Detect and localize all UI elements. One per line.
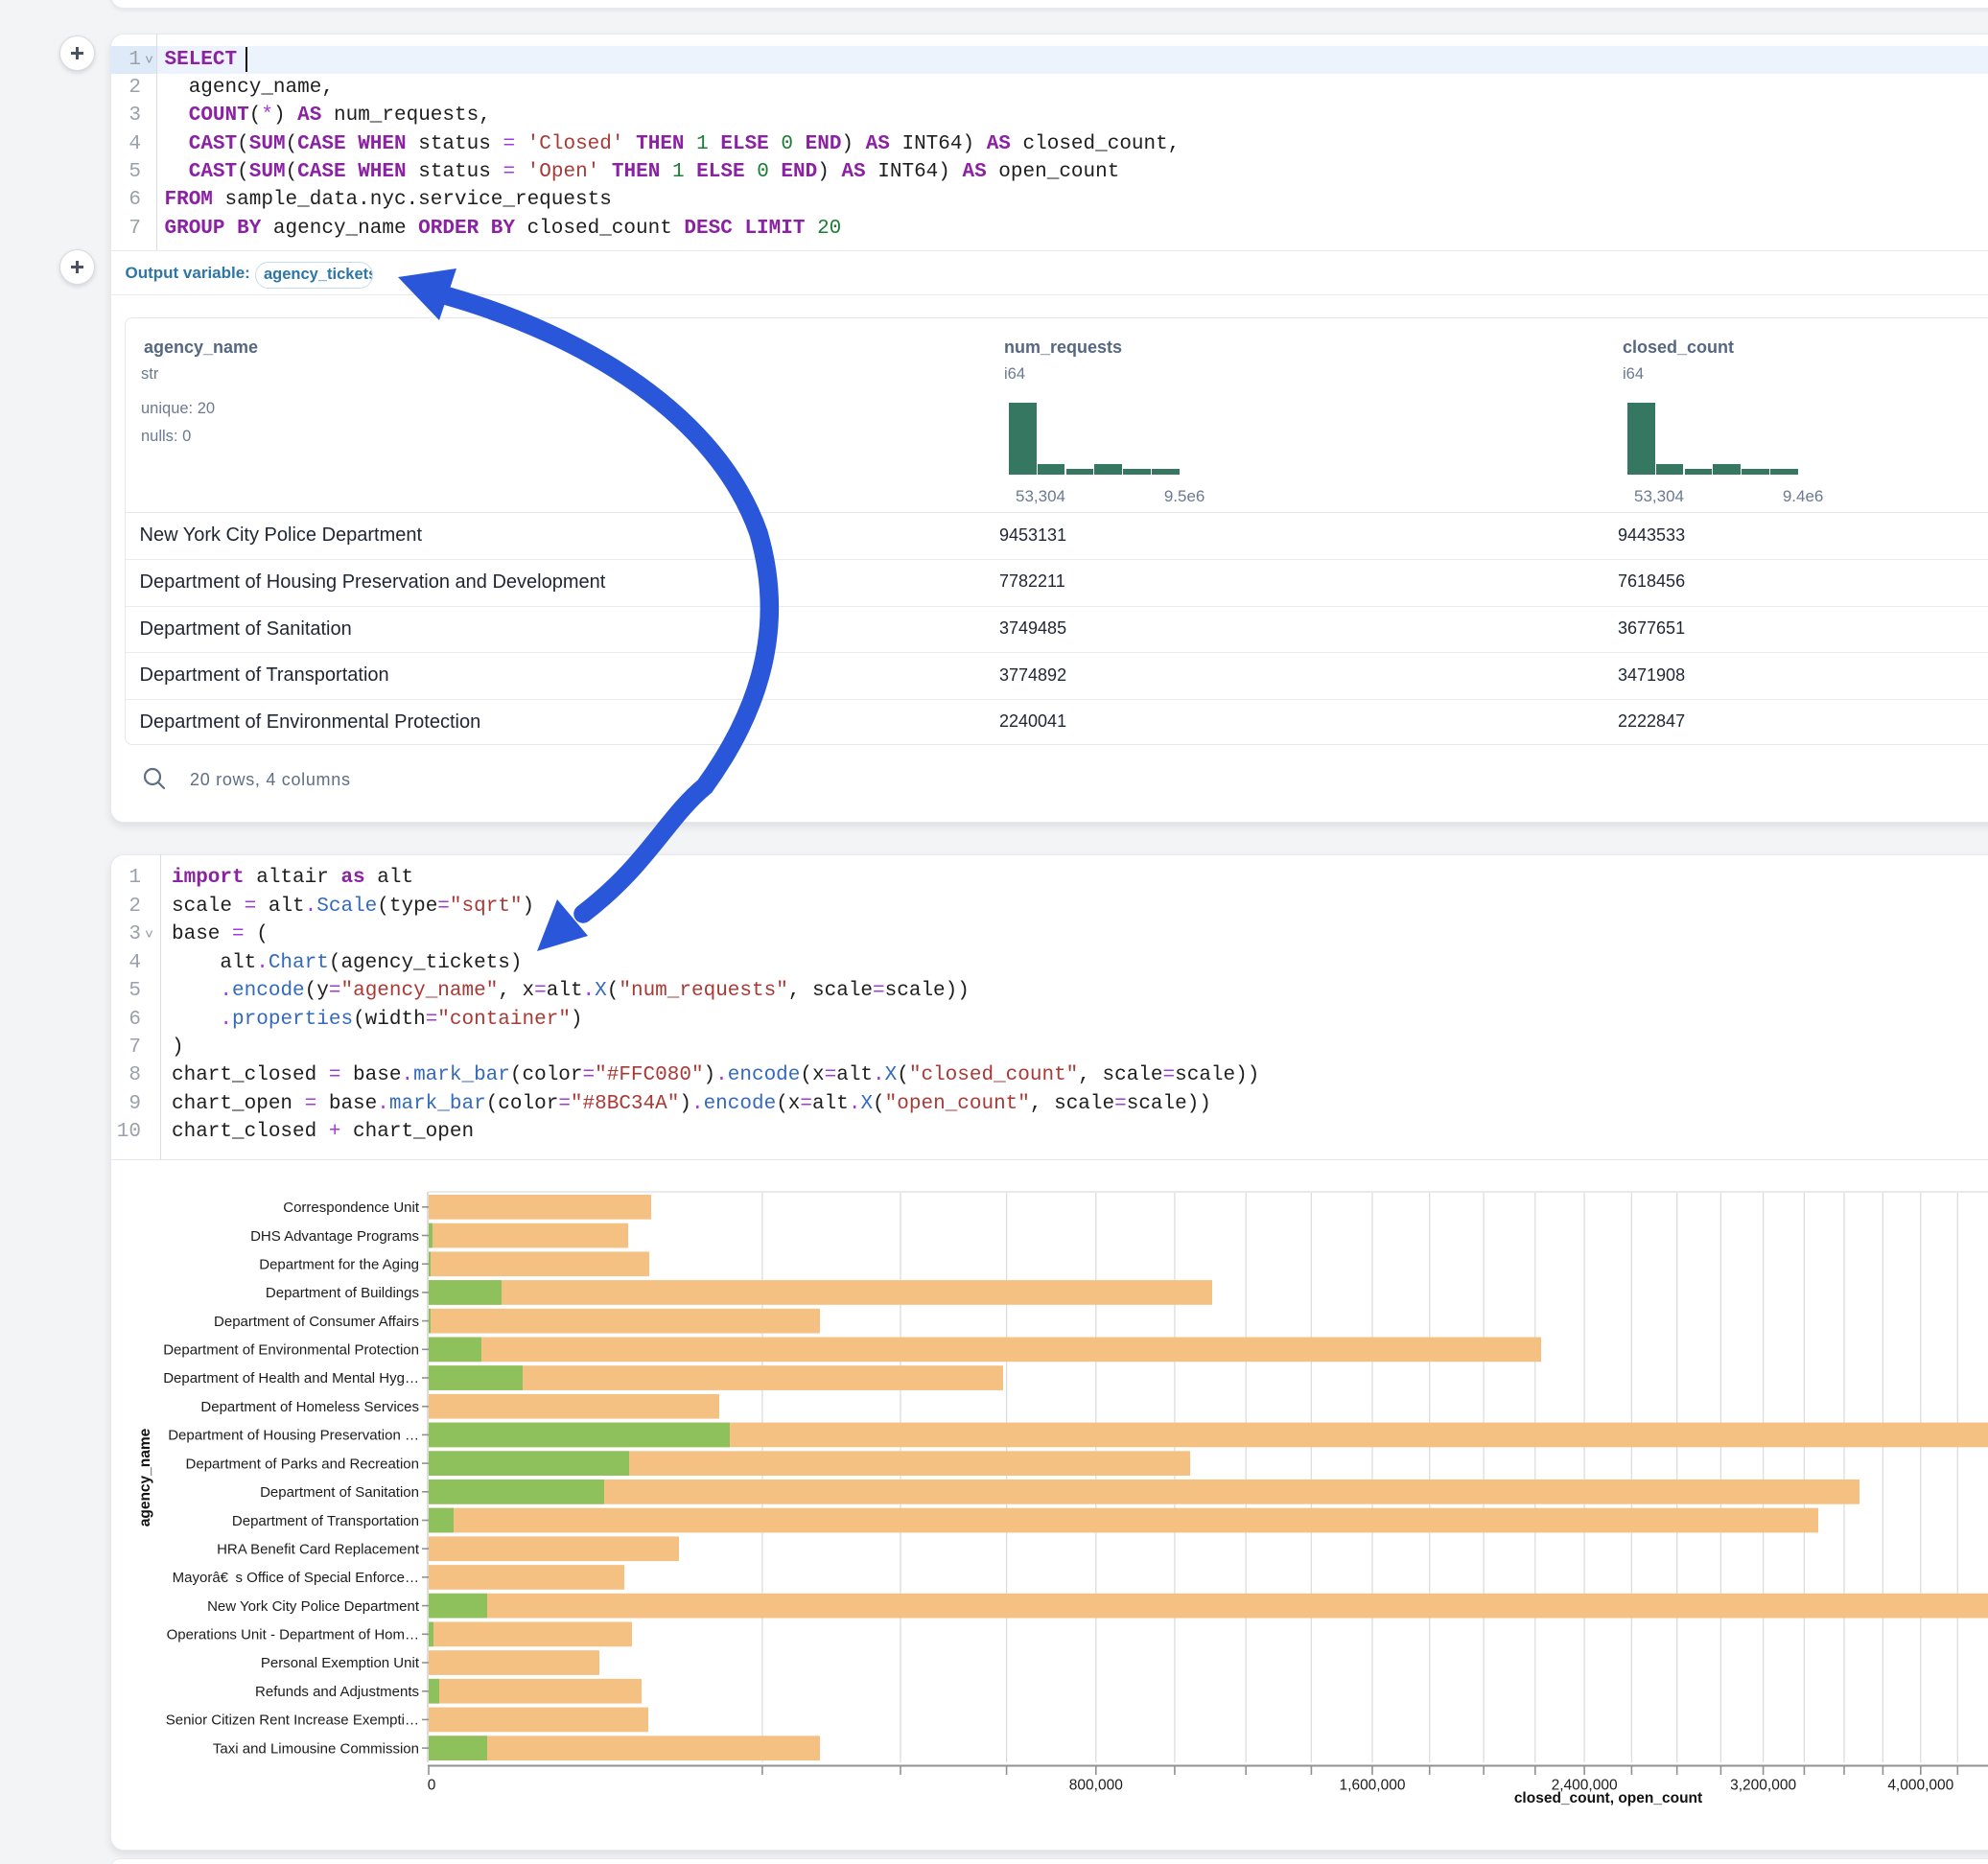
svg-text:Department of Sanitation: Department of Sanitation: [260, 1484, 419, 1501]
svg-text:Senior Citizen Rent Increase E: Senior Citizen Rent Increase Exempti…: [166, 1713, 419, 1729]
svg-text:Department of Consumer Affairs: Department of Consumer Affairs: [214, 1314, 419, 1330]
svg-text:Refunds and Adjustments: Refunds and Adjustments: [255, 1684, 419, 1700]
svg-text:Correspondence Unit: Correspondence Unit: [283, 1200, 420, 1216]
svg-text:Taxi and Limousine Commission: Taxi and Limousine Commission: [213, 1740, 419, 1757]
svg-text:HRA Benefit Card Replacement: HRA Benefit Card Replacement: [217, 1542, 420, 1558]
svg-text:3,200,000: 3,200,000: [1730, 1778, 1796, 1794]
svg-text:1,600,000: 1,600,000: [1340, 1778, 1406, 1794]
svg-text:4,000,000: 4,000,000: [1887, 1778, 1953, 1794]
svg-text:Department of Transportation: Department of Transportation: [232, 1513, 419, 1529]
svg-text:agency_name: agency_name: [137, 1428, 153, 1526]
svg-text:Department of Environmental Pr: Department of Environmental Protection: [163, 1342, 419, 1359]
svg-text:Operations Unit - Department o: Operations Unit - Department of Hom…: [167, 1627, 419, 1643]
svg-text:Personal Exemption Unit: Personal Exemption Unit: [261, 1655, 420, 1671]
svg-text:Department of Housing Preserva: Department of Housing Preservation …: [168, 1428, 419, 1444]
svg-text:Department for the Aging: Department for the Aging: [259, 1257, 419, 1273]
svg-text:closed_count, open_count: closed_count, open_count: [1514, 1790, 1702, 1806]
svg-text:Department of Parks and Recrea: Department of Parks and Recreation: [186, 1456, 419, 1472]
svg-text:800,000: 800,000: [1069, 1778, 1123, 1794]
svg-text:Department of Buildings: Department of Buildings: [266, 1285, 419, 1301]
svg-text:Mayorâ€ s Office of Special En: Mayorâ€ s Office of Special Enforce…: [173, 1570, 419, 1586]
svg-text:Department of Homeless Service: Department of Homeless Services: [200, 1399, 419, 1415]
svg-text:New York City Police Departmen: New York City Police Department: [207, 1598, 420, 1615]
svg-text:0: 0: [428, 1778, 436, 1794]
svg-text:Department of Health and Menta: Department of Health and Mental Hyg…: [163, 1370, 419, 1386]
svg-text:DHS Advantage Programs: DHS Advantage Programs: [250, 1228, 419, 1245]
